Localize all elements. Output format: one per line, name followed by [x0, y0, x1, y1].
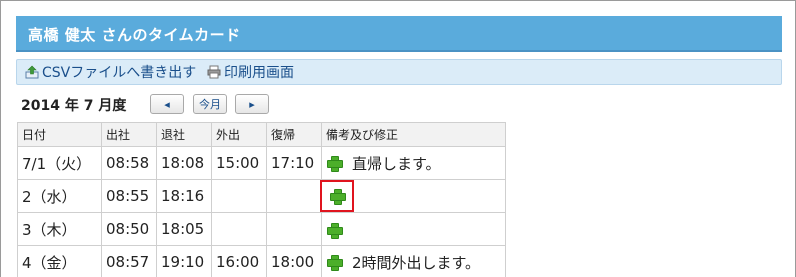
cell-date: 4（金） — [17, 245, 102, 277]
header-return: 復帰 — [266, 122, 322, 147]
header-date: 日付 — [17, 122, 102, 147]
cell-date: 7/1（火） — [17, 146, 102, 180]
table-header-row: 日付 出社 退社 外出 復帰 備考及び修正 — [17, 122, 506, 147]
csv-export-label: CSVファイルへ書き出す — [42, 65, 197, 81]
title-bar: 高橋 健太 さんのタイムカード — [16, 16, 782, 52]
cell-date: 3（木） — [17, 212, 102, 246]
cell-return: 17:10 — [266, 146, 322, 180]
plus-icon[interactable] — [326, 155, 343, 172]
cell-note — [320, 179, 506, 213]
csv-export-link[interactable]: CSVファイルへ書き出す — [25, 63, 196, 81]
cell-return: 18:00 — [266, 245, 322, 277]
timecard-table: 日付 出社 退社 外出 復帰 備考及び修正 7/1（火） 08:58 18:08… — [17, 122, 506, 277]
cell-in: 08:57 — [101, 245, 157, 277]
table-row: 4（金） 08:57 19:10 16:00 18:00 2時間外出します。 — [17, 245, 506, 277]
table-row: 3（木） 08:50 18:05 — [17, 212, 506, 246]
prev-month-button[interactable]: ◂ — [150, 94, 184, 114]
toolbar: CSVファイルへ書き出す 印刷用画面 — [16, 59, 782, 85]
cell-note — [321, 212, 506, 246]
cell-out: 18:16 — [156, 179, 212, 213]
cell-note: 直帰します。 — [321, 146, 506, 180]
header-out: 退社 — [156, 122, 212, 147]
page-title: 高橋 健太 さんのタイムカード — [28, 26, 241, 44]
cell-in: 08:55 — [101, 179, 157, 213]
print-view-link[interactable]: 印刷用画面 — [207, 63, 294, 81]
export-icon — [25, 65, 39, 79]
cell-return — [266, 179, 322, 213]
highlight-box — [320, 180, 354, 212]
cell-in: 08:58 — [101, 146, 157, 180]
header-note: 備考及び修正 — [321, 122, 506, 147]
next-month-button[interactable]: ▸ — [235, 94, 269, 114]
period-label: 2014 年 7 月度 — [21, 98, 127, 114]
header-in: 出社 — [101, 122, 157, 147]
note-text: 直帰します。 — [352, 154, 441, 173]
cell-date: 2（水） — [17, 179, 102, 213]
cell-note: 2時間外出します。 — [321, 245, 506, 277]
cell-out: 19:10 — [156, 245, 212, 277]
cell-go-out: 16:00 — [211, 245, 267, 277]
plus-icon[interactable] — [329, 188, 346, 205]
header-go-out: 外出 — [211, 122, 267, 147]
cell-go-out — [211, 179, 267, 213]
timecard-window: 高橋 健太 さんのタイムカード CSVファイルへ書き出す 印刷用画面 2014 … — [0, 0, 796, 277]
cell-in: 08:50 — [101, 212, 157, 246]
cell-out: 18:08 — [156, 146, 212, 180]
table-row: 7/1（火） 08:58 18:08 15:00 17:10 直帰します。 — [17, 146, 506, 180]
cell-go-out — [211, 212, 267, 246]
printer-icon — [207, 65, 221, 79]
cell-go-out: 15:00 — [211, 146, 267, 180]
cell-out: 18:05 — [156, 212, 212, 246]
plus-icon[interactable] — [326, 254, 343, 271]
current-month-button[interactable]: 今月 — [193, 94, 227, 114]
note-text: 2時間外出します。 — [352, 253, 481, 272]
print-view-label: 印刷用画面 — [224, 65, 294, 81]
table-row: 2（水） 08:55 18:16 — [17, 179, 506, 213]
plus-icon[interactable] — [326, 222, 343, 239]
cell-return — [266, 212, 322, 246]
